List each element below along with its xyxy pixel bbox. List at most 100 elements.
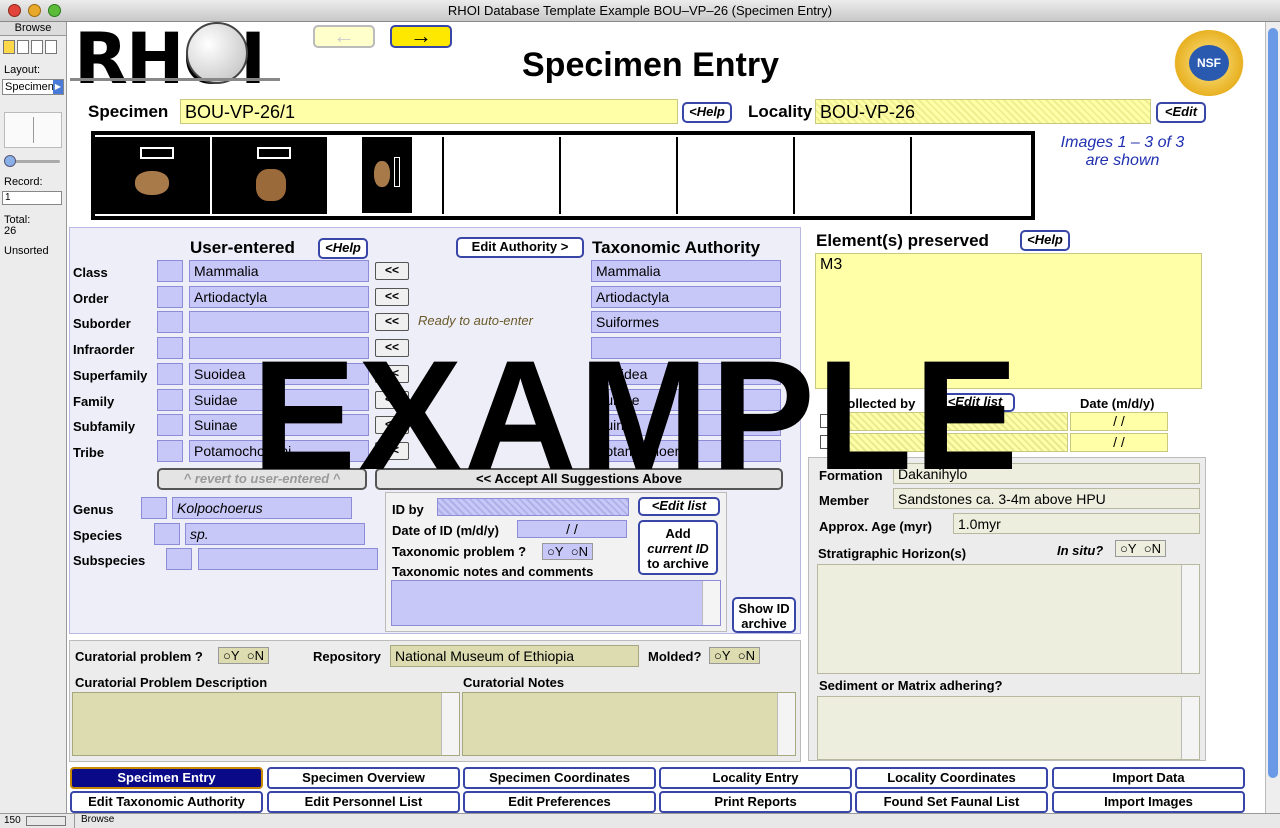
repository-field[interactable]: National Museum of Ethiopia bbox=[390, 645, 639, 667]
rank-user-field[interactable]: Suinae bbox=[189, 414, 369, 436]
rank-flag[interactable] bbox=[157, 363, 183, 385]
preview-tool-icon[interactable] bbox=[45, 40, 57, 54]
tab-row2-3[interactable]: Print Reports bbox=[659, 791, 852, 813]
slider-thumb[interactable] bbox=[4, 155, 16, 167]
copy-authority-button[interactable]: << bbox=[375, 416, 409, 434]
find-tool-icon[interactable] bbox=[17, 40, 29, 54]
specimen-image-2[interactable] bbox=[212, 137, 327, 214]
horizon-scrollbar[interactable] bbox=[1181, 565, 1199, 673]
curatorial-notes-field[interactable] bbox=[462, 692, 796, 756]
elements-help-button[interactable]: <Help bbox=[1020, 230, 1070, 251]
rank-user-field[interactable]: Suidae bbox=[189, 389, 369, 411]
edit-authority-button[interactable]: Edit Authority > bbox=[456, 237, 584, 258]
species-flag[interactable] bbox=[154, 523, 180, 545]
tab-row1-0[interactable]: Specimen Entry bbox=[70, 767, 263, 789]
collection-date-field-2[interactable]: / / bbox=[1070, 433, 1168, 452]
id-edit-list-button[interactable]: <Edit list bbox=[638, 497, 720, 516]
tab-row2-5[interactable]: Import Images bbox=[1052, 791, 1245, 813]
date-of-id-field[interactable]: / / bbox=[517, 520, 627, 538]
age-field[interactable]: 1.0myr bbox=[953, 513, 1200, 534]
curatorial-yes[interactable]: Y bbox=[231, 648, 240, 663]
previous-record-button[interactable]: ← bbox=[313, 25, 375, 48]
description-scrollbar[interactable] bbox=[441, 693, 459, 755]
accept-all-button[interactable]: << Accept All Suggestions Above bbox=[375, 468, 783, 490]
curatorial-no[interactable]: N bbox=[255, 648, 264, 663]
rank-user-field[interactable]: Mammalia bbox=[189, 260, 369, 282]
add-to-archive-button[interactable]: Add current ID to archive bbox=[638, 520, 718, 575]
show-id-archive-button[interactable]: Show ID archive bbox=[732, 597, 796, 633]
status-mode[interactable]: Browse bbox=[74, 814, 144, 828]
tab-row1-5[interactable]: Import Data bbox=[1052, 767, 1245, 789]
curatorial-notes-scrollbar[interactable] bbox=[777, 693, 795, 755]
collection-date-field-1[interactable]: / / bbox=[1070, 412, 1168, 431]
image-slot-4[interactable] bbox=[446, 137, 561, 214]
member-field[interactable]: Sandstones ca. 3-4m above HPU bbox=[893, 488, 1200, 509]
copy-authority-button[interactable]: << bbox=[375, 391, 409, 409]
in-situ-yes[interactable]: Y bbox=[1128, 541, 1137, 556]
image-slot-5[interactable] bbox=[563, 137, 678, 214]
specimen-image-3[interactable] bbox=[329, 137, 444, 214]
specimen-image-1[interactable] bbox=[95, 137, 210, 214]
copy-authority-button[interactable]: << bbox=[375, 442, 409, 460]
in-situ-radio[interactable]: ○Y ○N bbox=[1115, 540, 1166, 557]
layout-select[interactable]: Specimen ▶ bbox=[2, 79, 64, 95]
copy-authority-button[interactable]: << bbox=[375, 262, 409, 280]
tab-row1-1[interactable]: Specimen Overview bbox=[267, 767, 460, 789]
copy-authority-button[interactable]: << bbox=[375, 339, 409, 357]
horizon-field[interactable] bbox=[817, 564, 1200, 674]
locality-edit-button[interactable]: <Edit bbox=[1156, 102, 1206, 123]
window-scrollbar[interactable] bbox=[1265, 22, 1280, 813]
yes-option[interactable]: Y bbox=[555, 544, 564, 559]
in-situ-no[interactable]: N bbox=[1152, 541, 1161, 556]
collector-checkbox-1[interactable] bbox=[820, 414, 834, 428]
rank-user-field[interactable]: Potamochoerini bbox=[189, 440, 369, 462]
rank-authority-field[interactable] bbox=[591, 337, 781, 359]
tab-row1-3[interactable]: Locality Entry bbox=[659, 767, 852, 789]
collector-field-1[interactable] bbox=[838, 412, 1068, 431]
record-input[interactable]: 1 bbox=[2, 191, 62, 205]
no-option[interactable]: N bbox=[579, 544, 588, 559]
zoom-controls-icon[interactable] bbox=[26, 816, 66, 826]
rank-authority-field[interactable]: Artiodactyla bbox=[591, 286, 781, 308]
copy-authority-button[interactable]: << bbox=[375, 365, 409, 383]
image-slot-7[interactable] bbox=[797, 137, 912, 214]
species-field[interactable]: sp. bbox=[185, 523, 365, 545]
rank-flag[interactable] bbox=[157, 311, 183, 333]
revert-button[interactable]: ^ revert to user-entered ^ bbox=[157, 468, 367, 490]
id-by-field[interactable] bbox=[437, 498, 629, 516]
elements-field[interactable]: M3 bbox=[815, 253, 1202, 389]
specimen-field[interactable]: BOU-VP-26/1 bbox=[180, 99, 678, 124]
rank-flag[interactable] bbox=[157, 260, 183, 282]
layout-tool-icon[interactable] bbox=[31, 40, 43, 54]
sediment-field[interactable] bbox=[817, 696, 1200, 760]
collector-field-2[interactable] bbox=[838, 433, 1068, 452]
sediment-scrollbar[interactable] bbox=[1181, 697, 1199, 759]
rank-authority-field[interactable]: Suiformes bbox=[591, 311, 781, 333]
subspecies-flag[interactable] bbox=[166, 548, 192, 570]
rank-flag[interactable] bbox=[157, 414, 183, 436]
scroll-thumb[interactable] bbox=[1268, 28, 1278, 778]
formation-field[interactable]: Dakanihylo bbox=[893, 463, 1200, 484]
tab-row2-0[interactable]: Edit Taxonomic Authority bbox=[70, 791, 263, 813]
notes-scrollbar[interactable] bbox=[702, 581, 720, 625]
rank-authority-field[interactable]: Potamochoerini bbox=[591, 440, 781, 462]
rank-flag[interactable] bbox=[157, 286, 183, 308]
rank-authority-field[interactable]: Suinae bbox=[591, 414, 781, 436]
tab-row2-4[interactable]: Found Set Faunal List bbox=[855, 791, 1048, 813]
tab-row1-2[interactable]: Specimen Coordinates bbox=[463, 767, 656, 789]
taxonomy-help-button[interactable]: <Help bbox=[318, 238, 368, 259]
rank-user-field[interactable]: Suoidea bbox=[189, 363, 369, 385]
taxonomic-notes-field[interactable] bbox=[391, 580, 721, 626]
next-record-button[interactable]: → bbox=[390, 25, 452, 48]
browse-tool-icon[interactable] bbox=[3, 40, 15, 54]
rank-authority-field[interactable]: Mammalia bbox=[591, 260, 781, 282]
problem-description-field[interactable] bbox=[72, 692, 460, 756]
rank-authority-field[interactable]: Suidae bbox=[591, 389, 781, 411]
image-slot-6[interactable] bbox=[680, 137, 795, 214]
tab-row2-2[interactable]: Edit Preferences bbox=[463, 791, 656, 813]
copy-authority-button[interactable]: << bbox=[375, 313, 409, 331]
molded-no[interactable]: N bbox=[746, 648, 755, 663]
rank-authority-field[interactable]: Suoidea bbox=[591, 363, 781, 385]
tab-row2-1[interactable]: Edit Personnel List bbox=[267, 791, 460, 813]
genus-flag[interactable] bbox=[141, 497, 167, 519]
